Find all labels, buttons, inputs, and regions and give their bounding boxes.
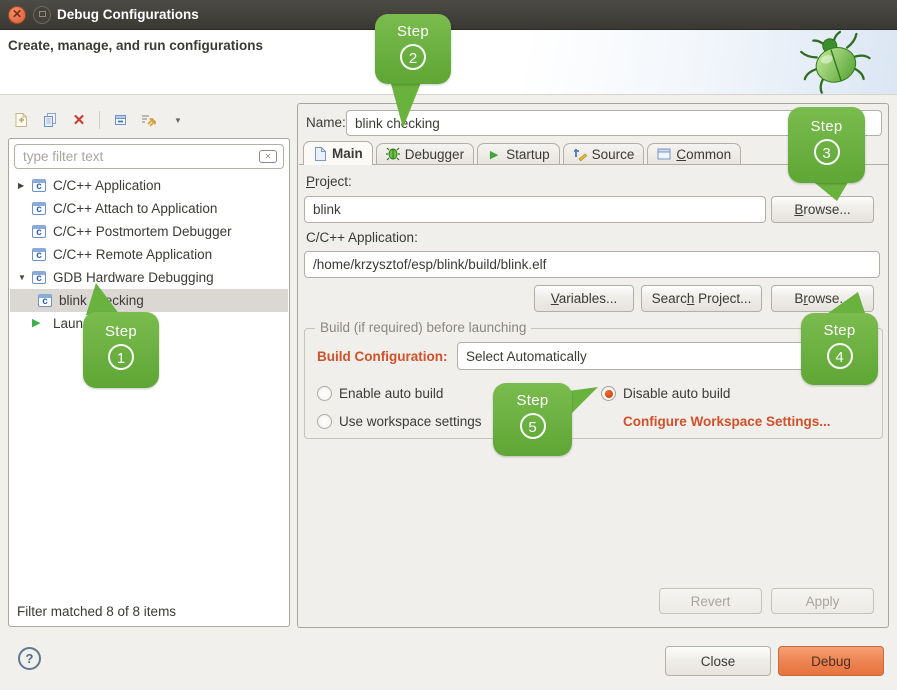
- tab-label: Common: [676, 147, 731, 162]
- startup-play-icon: ▶: [487, 147, 501, 161]
- restore-icon: [39, 11, 46, 17]
- tree-item-blink-checking[interactable]: c blink checking: [10, 289, 288, 312]
- tab-label: Source: [592, 147, 635, 162]
- page-icon: [313, 147, 327, 161]
- tree-item-cpp-attach[interactable]: c C/C++ Attach to Application: [10, 197, 288, 220]
- application-label: C/C++ Application:: [306, 230, 418, 245]
- apply-button[interactable]: Apply: [771, 588, 874, 614]
- enable-auto-build-label: Enable auto build: [339, 386, 443, 401]
- step-3-callout: Step 3: [788, 107, 865, 183]
- tab-debugger[interactable]: Debugger: [376, 143, 474, 164]
- tree-item-cpp-remote[interactable]: c C/C++ Remote Application: [10, 243, 288, 266]
- name-label: Name:: [306, 115, 346, 130]
- project-input[interactable]: [304, 196, 766, 223]
- window-title: Debug Configurations: [57, 7, 199, 22]
- configure-workspace-settings-link[interactable]: Configure Workspace Settings...: [623, 414, 831, 429]
- tree-item-gdb-hardware[interactable]: ▼ c GDB Hardware Debugging: [10, 266, 288, 289]
- debug-button[interactable]: Debug: [778, 646, 884, 676]
- search-project-button[interactable]: Search Project...: [641, 285, 762, 312]
- build-configuration-label: Build Configuration:: [317, 349, 447, 364]
- c-config-icon: c: [32, 202, 46, 215]
- disable-auto-build-label: Disable auto build: [623, 386, 730, 401]
- tab-label: Debugger: [405, 147, 464, 162]
- selected-option: Select Automatically: [466, 349, 587, 364]
- project-label: Project:: [306, 174, 352, 189]
- close-button[interactable]: Close: [665, 646, 771, 676]
- c-config-icon: c: [32, 179, 46, 192]
- dialog-heading: Create, manage, and run configurations: [8, 38, 263, 53]
- tab-label: Main: [332, 146, 363, 161]
- configuration-tree: ▶ c C/C++ Application c C/C++ Attach to …: [10, 174, 288, 335]
- use-workspace-settings-label: Use workspace settings: [339, 414, 482, 429]
- bug-logo-icon: [795, 30, 875, 94]
- variables-button[interactable]: Variables...: [534, 285, 634, 312]
- tree-item-cpp-postmortem[interactable]: c C/C++ Postmortem Debugger: [10, 220, 288, 243]
- step-1-callout: Step 1: [83, 312, 159, 388]
- toolbar-separator: [99, 111, 100, 129]
- tab-main[interactable]: Main: [303, 141, 373, 165]
- c-config-icon: c: [38, 294, 52, 307]
- use-workspace-settings-radio[interactable]: [317, 414, 332, 429]
- filter-configurations-icon[interactable]: [140, 111, 158, 129]
- step-2-callout: Step 2: [375, 14, 451, 84]
- step-4-callout: Step 4: [801, 313, 878, 385]
- tree-item-label: GDB Hardware Debugging: [53, 270, 214, 285]
- tab-startup[interactable]: ▶ Startup: [477, 143, 560, 164]
- tab-common[interactable]: Common: [647, 143, 741, 164]
- help-button[interactable]: ?: [18, 647, 41, 670]
- toolbar-dropdown-icon[interactable]: ▼: [169, 111, 187, 129]
- tree-item-label: C/C++ Attach to Application: [53, 201, 217, 216]
- new-configuration-icon[interactable]: [12, 111, 30, 129]
- c-config-icon: c: [32, 248, 46, 261]
- step2-tail: [386, 78, 426, 130]
- expander-expanded-icon[interactable]: ▼: [16, 273, 32, 282]
- debugger-bug-icon: [386, 147, 400, 161]
- step-5-callout: Step 5: [493, 383, 572, 456]
- window-icon: [657, 147, 671, 161]
- tab-source[interactable]: Source: [563, 143, 645, 164]
- delete-configuration-icon[interactable]: ✕: [70, 111, 88, 129]
- launch-group-icon: ▶: [32, 317, 46, 330]
- tree-item-label: C/C++ Postmortem Debugger: [53, 224, 232, 239]
- application-input[interactable]: [304, 251, 880, 278]
- c-config-icon: c: [32, 271, 46, 284]
- c-config-icon: c: [32, 225, 46, 238]
- collapse-all-icon[interactable]: [111, 111, 129, 129]
- tree-item-label: C/C++ Remote Application: [53, 247, 212, 262]
- tree-item-cpp-application[interactable]: ▶ c C/C++ Application: [10, 174, 288, 197]
- tab-bar: Main Debugger ▶ Startup Source Common: [303, 141, 741, 165]
- enable-auto-build-radio[interactable]: [317, 386, 332, 401]
- step1-tail: [80, 283, 124, 315]
- tree-item-label: C/C++ Application: [53, 178, 161, 193]
- filter-input[interactable]: [14, 144, 284, 169]
- tab-label: Startup: [506, 147, 550, 162]
- revert-button[interactable]: Revert: [659, 588, 762, 614]
- disable-auto-build-radio[interactable]: [601, 386, 616, 401]
- filter-status: Filter matched 8 of 8 items: [17, 604, 176, 619]
- duplicate-configuration-icon[interactable]: [41, 111, 59, 129]
- expander-collapsed-icon[interactable]: ▶: [16, 181, 32, 190]
- group-title: Build (if required) before launching: [315, 320, 531, 335]
- clear-filter-icon[interactable]: ✕: [259, 150, 277, 163]
- window-restore-button[interactable]: [33, 6, 51, 24]
- source-icon: [573, 147, 587, 161]
- window-close-button[interactable]: ✕: [8, 6, 26, 24]
- configurations-toolbar: ✕ ▼: [12, 108, 187, 132]
